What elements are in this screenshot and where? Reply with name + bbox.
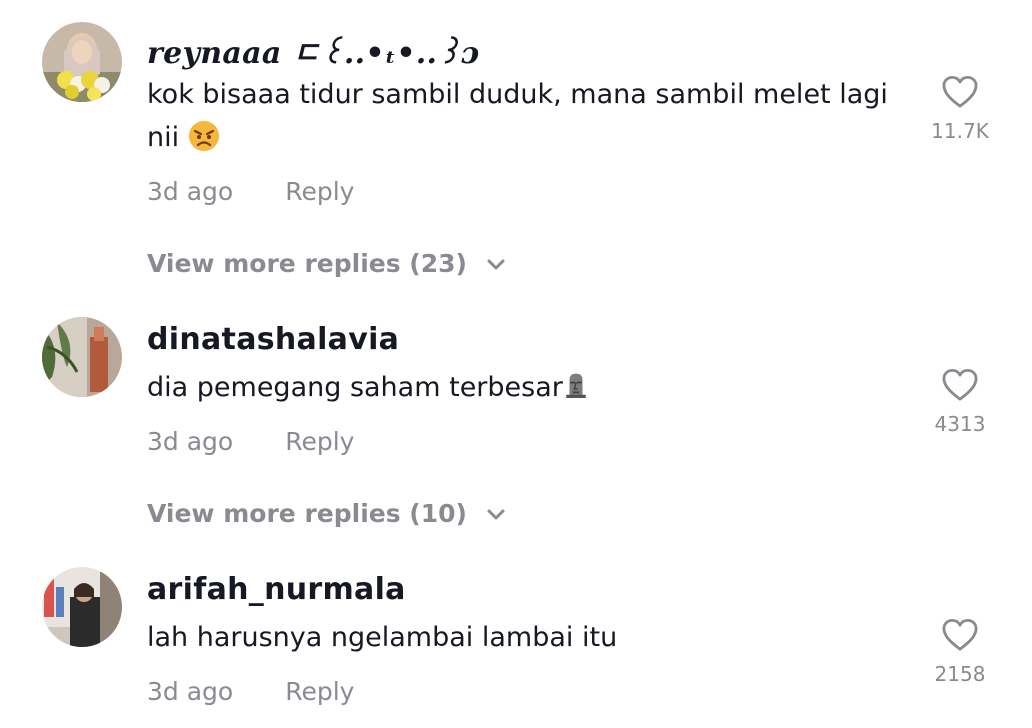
avatar[interactable] [42, 22, 122, 102]
heart-icon[interactable] [941, 368, 979, 402]
comment-meta: 3d ago Reply [147, 677, 354, 706]
comment-time: 3d ago [147, 177, 234, 206]
reply-button[interactable]: Reply [285, 677, 354, 706]
reply-button[interactable]: Reply [285, 427, 354, 456]
comment-meta: 3d ago Reply [147, 177, 354, 206]
reply-button[interactable]: Reply [285, 177, 354, 206]
view-more-replies-label: View more replies (23) [147, 249, 467, 278]
heart-icon[interactable] [941, 618, 979, 652]
comment-text-content: kok bisaaa tidur sambil duduk, mana samb… [147, 79, 888, 153]
comment-text: kok bisaaa tidur sambil duduk, mana samb… [147, 73, 917, 159]
avatar-image [42, 22, 122, 102]
comment-text-content: lah harusnya ngelambai lambai itu [147, 622, 618, 653]
like-group: 4313 [920, 368, 1000, 436]
like-count: 4313 [934, 412, 986, 436]
comment-username[interactable]: arifah_nurmala [147, 572, 406, 607]
chevron-down-icon [487, 259, 505, 270]
comment-username[interactable]: reynaaa ㄷ꒰..•ₜ•..꒱ɔ [147, 28, 480, 72]
angry-face-emoji-icon [188, 121, 219, 151]
heart-icon[interactable] [941, 75, 979, 109]
comment-text-content: dia pemegang saham terbesar [147, 372, 563, 403]
avatar[interactable] [42, 317, 122, 397]
view-more-replies-button[interactable]: View more replies (10) [147, 499, 506, 528]
comment-time: 3d ago [147, 677, 234, 706]
like-count: 11.7K [931, 119, 989, 143]
view-more-replies-label: View more replies (10) [147, 499, 467, 528]
avatar[interactable] [42, 567, 122, 647]
avatar-image [42, 317, 122, 397]
avatar-image [42, 567, 122, 647]
like-group: 11.7K [920, 75, 1000, 143]
moai-emoji-icon [566, 373, 586, 398]
like-count: 2158 [934, 662, 986, 686]
view-more-replies-button[interactable]: View more replies (23) [147, 249, 506, 278]
comment-meta: 3d ago Reply [147, 427, 354, 456]
comment-text: dia pemegang saham terbesar [147, 366, 917, 409]
comment-text: lah harusnya ngelambai lambai itu [147, 616, 917, 659]
comment-time: 3d ago [147, 427, 234, 456]
chevron-down-icon [487, 509, 505, 520]
like-group: 2158 [920, 618, 1000, 686]
comment-username[interactable]: dinatashalavia [147, 322, 399, 357]
